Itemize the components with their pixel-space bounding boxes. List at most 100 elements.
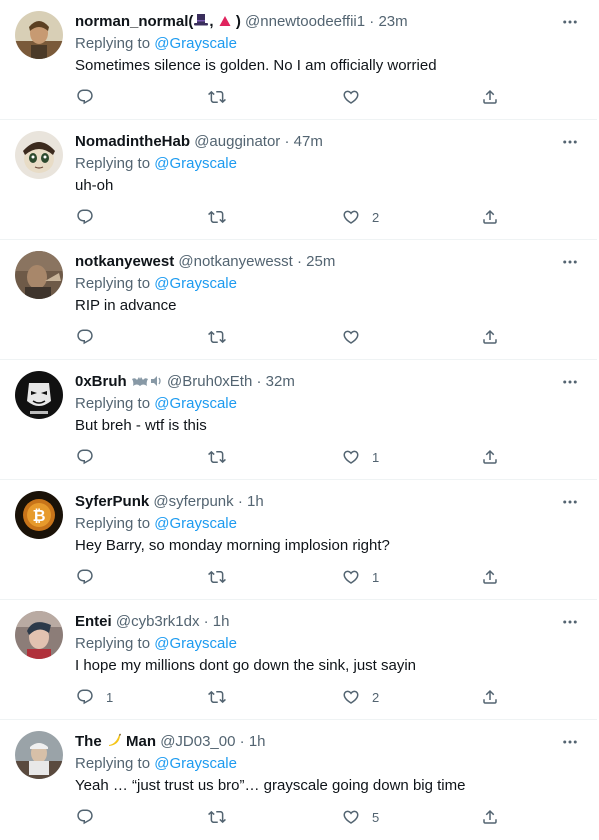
timestamp[interactable]: 1h	[247, 493, 264, 510]
heart-icon	[342, 328, 360, 346]
user-handle[interactable]: @augginator	[194, 133, 280, 150]
display-name[interactable]: notkanyewest	[75, 253, 174, 270]
timestamp[interactable]: 1h	[213, 613, 230, 630]
retweet-button[interactable]	[208, 566, 238, 588]
share-button[interactable]	[481, 686, 499, 708]
avatar[interactable]: ₿	[15, 491, 63, 539]
user-handle[interactable]: @syferpunk	[153, 493, 233, 510]
replying-to-link[interactable]: @Grayscale	[154, 755, 237, 772]
replying-to-link[interactable]: @Grayscale	[154, 155, 237, 172]
display-name[interactable]: The Man	[75, 733, 156, 750]
tweet[interactable]: notkanyewest @notkanyewesst · 25m Replyi…	[0, 240, 597, 360]
more-options-icon[interactable]	[559, 492, 581, 512]
tweet-actions	[0, 326, 597, 348]
like-button[interactable]: 1	[342, 566, 379, 588]
replying-to: Replying to @Grayscale	[75, 635, 237, 652]
avatar[interactable]	[15, 131, 63, 179]
user-handle[interactable]: @Bruh0xEth	[167, 373, 252, 390]
replying-to: Replying to @Grayscale	[75, 155, 237, 172]
retweet-button[interactable]	[208, 86, 238, 108]
like-count: 1	[372, 449, 380, 465]
user-handle[interactable]: @notkanyewesst	[178, 253, 292, 270]
display-name[interactable]: norman_normal(, )	[75, 13, 241, 30]
timestamp[interactable]: 1h	[249, 733, 266, 750]
timestamp[interactable]: 23m	[378, 13, 407, 30]
bat-emoji-icon	[131, 374, 149, 392]
avatar[interactable]	[15, 611, 63, 659]
timestamp[interactable]: 32m	[266, 373, 295, 390]
share-button[interactable]	[481, 86, 499, 108]
reply-button[interactable]	[76, 86, 106, 108]
like-button[interactable]: 2	[342, 206, 379, 228]
tweet-text: RIP in advance	[75, 297, 177, 314]
timestamp[interactable]: 25m	[306, 253, 335, 270]
heart-icon	[342, 808, 360, 826]
more-options-icon[interactable]	[559, 732, 581, 752]
share-button[interactable]	[481, 326, 499, 348]
tweet-text: Sometimes silence is golden. No I am off…	[75, 57, 437, 74]
replying-to-link[interactable]: @Grayscale	[154, 35, 237, 52]
tweet-text: Yeah … “just trust us bro”… grayscale go…	[75, 777, 466, 794]
share-button[interactable]	[481, 206, 499, 228]
more-options-icon[interactable]	[559, 132, 581, 152]
replying-to-link[interactable]: @Grayscale	[154, 635, 237, 652]
user-handle[interactable]: @cyb3rk1dx	[116, 613, 200, 630]
more-options-icon[interactable]	[559, 12, 581, 32]
reply-button[interactable]	[76, 206, 106, 228]
share-button[interactable]	[481, 806, 499, 828]
separator-dot: ·	[297, 253, 302, 270]
avatar[interactable]	[15, 371, 63, 419]
display-name[interactable]: SyferPunk	[75, 493, 149, 510]
more-options-icon[interactable]	[559, 252, 581, 272]
like-button[interactable]: 5	[342, 806, 379, 828]
replying-to-link[interactable]: @Grayscale	[154, 275, 237, 292]
user-handle[interactable]: @JD03_00	[160, 733, 235, 750]
avatar[interactable]	[15, 11, 63, 59]
display-name[interactable]: 0xBruh	[75, 373, 163, 390]
heart-icon	[342, 448, 360, 466]
reply-button[interactable]	[76, 806, 106, 828]
replying-to-link[interactable]: @Grayscale	[154, 515, 237, 532]
speaker-emoji-icon	[149, 374, 163, 392]
avatar[interactable]	[15, 731, 63, 779]
more-options-icon[interactable]	[559, 612, 581, 632]
reply-icon	[76, 88, 94, 106]
display-name[interactable]: NomadintheHab	[75, 133, 190, 150]
display-name[interactable]: Entei	[75, 613, 112, 630]
retweet-button[interactable]	[208, 686, 238, 708]
tweet[interactable]: 0xBruh @Bruh0xEth · 32m Replying to @Gra…	[0, 360, 597, 480]
replying-to-link[interactable]: @Grayscale	[154, 395, 237, 412]
user-handle[interactable]: @nnewtoodeeffii1	[245, 13, 365, 30]
reply-button[interactable]	[76, 566, 106, 588]
reply-button[interactable]	[76, 326, 106, 348]
like-button[interactable]: 1	[342, 446, 379, 468]
like-button[interactable]: 2	[342, 686, 379, 708]
tweet-header: 0xBruh @Bruh0xEth · 32m	[75, 372, 557, 392]
reply-icon	[76, 688, 94, 706]
tweet[interactable]: ₿ SyferPunk @syferpunk · 1h Replying to …	[0, 480, 597, 600]
retweet-button[interactable]	[208, 446, 238, 468]
tweet[interactable]: The Man @JD03_00 · 1h Replying to @Grays…	[0, 720, 597, 840]
tweet[interactable]: norman_normal(, ) @nnewtoodeeffii1 · 23m…	[0, 0, 597, 120]
tweet-text: Hey Barry, so monday morning implosion r…	[75, 537, 390, 554]
more-options-icon[interactable]	[559, 372, 581, 392]
avatar[interactable]	[15, 251, 63, 299]
timestamp[interactable]: 47m	[294, 133, 323, 150]
tweet-header: Entei @cyb3rk1dx · 1h	[75, 612, 557, 632]
retweet-button[interactable]	[208, 806, 238, 828]
retweet-button[interactable]	[208, 206, 238, 228]
share-button[interactable]	[481, 446, 499, 468]
tweet-header: notkanyewest @notkanyewesst · 25m	[75, 252, 557, 272]
replying-to: Replying to @Grayscale	[75, 275, 237, 292]
reply-button[interactable]	[76, 446, 106, 468]
like-count: 1	[372, 569, 380, 585]
like-count: 2	[372, 209, 380, 225]
like-button[interactable]	[342, 326, 372, 348]
retweet-button[interactable]	[208, 326, 238, 348]
tweet[interactable]: NomadintheHab @augginator · 47m Replying…	[0, 120, 597, 240]
tweet-actions: 1	[0, 566, 597, 588]
like-button[interactable]	[342, 86, 372, 108]
reply-button[interactable]: 1	[76, 686, 113, 708]
share-button[interactable]	[481, 566, 499, 588]
tweet[interactable]: Entei @cyb3rk1dx · 1h Replying to @Grays…	[0, 600, 597, 720]
